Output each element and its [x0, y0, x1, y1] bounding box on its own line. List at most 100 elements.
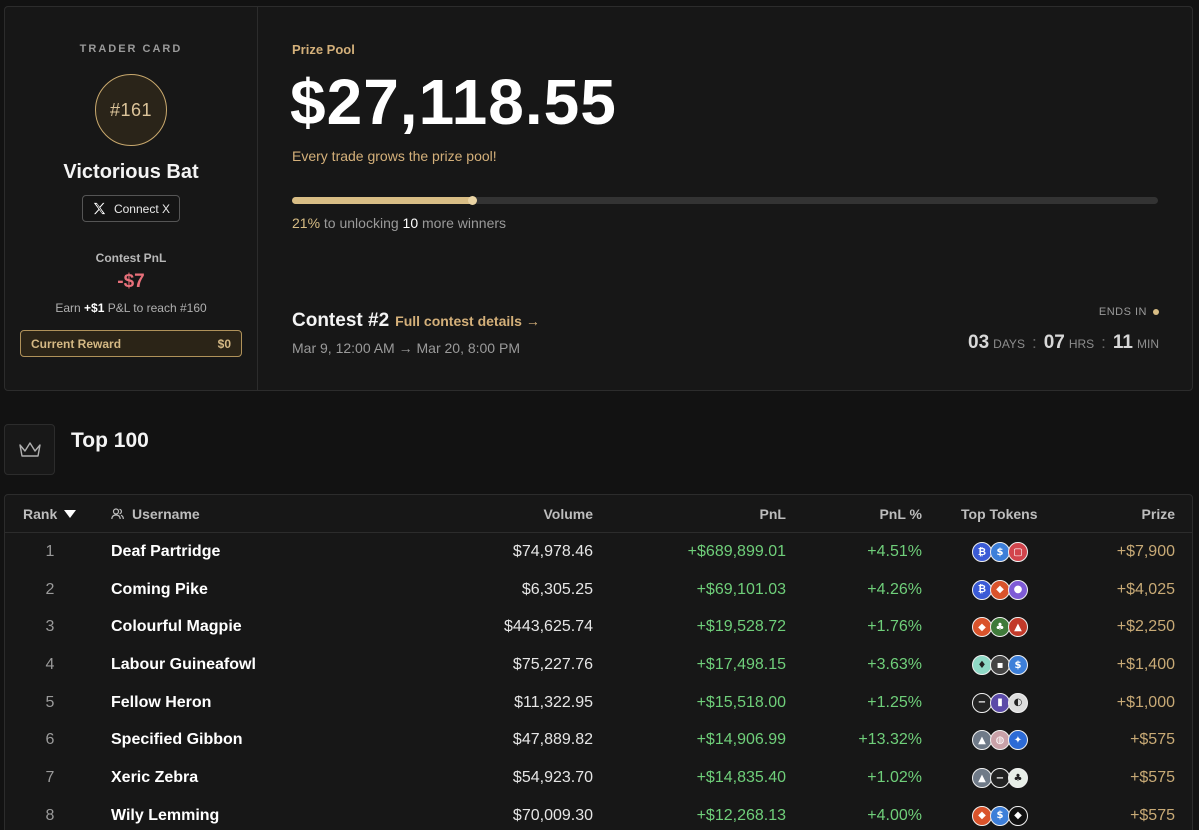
contest-dates: Mar 9, 12:00 AM → Mar 20, 8:00 PM — [292, 340, 520, 356]
prize-cell: +$1,400 — [1116, 656, 1175, 674]
rank-cell: 1 — [45, 543, 55, 560]
top-tokens-cell: ₿ ◆ ● — [972, 579, 1028, 600]
table-row[interactable]: 7 Xeric Zebra $54,923.70 +$14,835.40 +1.02% ▲… — [5, 759, 1192, 797]
top-tokens-column-header: Top Tokens — [961, 506, 1038, 522]
prize-cell: +$2,250 — [1116, 618, 1175, 636]
volume-column-header[interactable]: Volume — [543, 506, 593, 522]
prize-cell: +$575 — [1130, 769, 1175, 787]
username-column-header: Username — [111, 506, 200, 522]
grey-token-icon: ▲ — [972, 730, 992, 751]
countdown-separator: : — [1031, 333, 1037, 352]
live-dot-icon — [1153, 309, 1159, 315]
white-token-icon: ◐ — [1008, 692, 1028, 713]
rank-cell: 3 — [45, 618, 55, 636]
pnl-cell: +$14,835.40 — [696, 769, 786, 787]
username-cell[interactable]: Labour Guineafowl — [111, 656, 256, 674]
table-row[interactable]: 5 Fellow Heron $11,322.95 +$15,518.00 +1.25%… — [5, 684, 1192, 722]
countdown-hours: 07 — [1043, 332, 1065, 353]
pnl-column-header[interactable]: PnL — [760, 506, 786, 522]
username-cell[interactable]: Specified Gibbon — [111, 731, 243, 749]
pnl-percent-cell: +1.02% — [867, 769, 922, 787]
pnl-cell: +$689,899.01 — [687, 543, 786, 560]
username-cell[interactable]: Fellow Heron — [111, 694, 211, 712]
pnl-percent-cell: +13.32% — [858, 731, 922, 749]
top-tokens-cell: ▲ ◍ ✦ — [972, 730, 1028, 751]
username-cell[interactable]: Deaf Partridge — [111, 543, 220, 561]
pnl-percent-cell: +1.25% — [867, 693, 922, 711]
earn-prefix: Earn — [55, 301, 81, 315]
winners-progress-bar — [292, 196, 1158, 205]
leaderboard-table: Rank Username Volume PnL PnL % Top Token… — [4, 494, 1193, 830]
earn-hint: Earn +$1 P&L to reach #160 — [55, 301, 206, 315]
rank-header-label: Rank — [23, 506, 58, 522]
prize-cell: +$575 — [1130, 806, 1175, 824]
minus-token-icon: − — [990, 768, 1010, 789]
contest-name: Contest #2 — [292, 310, 390, 331]
volume-cell: $54,923.70 — [512, 769, 593, 787]
pink-token-icon: ◍ — [990, 730, 1010, 751]
orange-token-icon: ◆ — [972, 805, 992, 826]
prize-column-header[interactable]: Prize — [1142, 506, 1175, 522]
purple-token-icon: ● — [1008, 579, 1028, 600]
prize-cell: +$7,900 — [1116, 543, 1175, 560]
usdc-icon: $ — [990, 542, 1010, 562]
username-cell[interactable]: Coming Pike — [111, 581, 208, 599]
progress-caption: 21% to unlocking 10 more winners — [292, 215, 506, 231]
rank-cell: 4 — [45, 656, 55, 674]
winners-progress-fill — [292, 196, 477, 205]
username-header-label: Username — [132, 506, 200, 522]
username-cell[interactable]: Wily Lemming — [111, 807, 219, 825]
volume-cell: $74,978.46 — [512, 543, 593, 560]
top-tokens-cell: ♦ ▪ $ — [972, 655, 1028, 676]
ends-in-label: ENDS IN — [1099, 306, 1159, 318]
orange-token-icon: ◆ — [972, 617, 992, 638]
progress-count: 10 — [402, 215, 419, 231]
connect-x-button[interactable]: Connect X — [81, 195, 181, 222]
volume-cell: $70,009.30 — [512, 806, 593, 824]
sort-down-icon — [64, 510, 77, 518]
table-row[interactable]: 2 Coming Pike $6,305.25 +$69,101.03 +4.26% ₿ ◆… — [5, 571, 1192, 609]
top-tokens-cell: ◆ ♣ ▲ — [972, 617, 1028, 638]
progress-tail-text: more winners — [422, 215, 507, 231]
volume-cell: $11,322.95 — [514, 693, 593, 711]
countdown-timer: 03 DAYS : 07 HRS : 11 MIN — [968, 332, 1159, 354]
trader-card-heading: TRADER CARD — [79, 43, 183, 55]
blue-token-icon: ✦ — [1008, 730, 1028, 751]
username-cell[interactable]: Colourful Magpie — [111, 618, 242, 636]
rank-column-header[interactable]: Rank — [23, 506, 77, 522]
volume-cell: $47,889.82 — [512, 731, 593, 749]
black-token-icon: ◆ — [1008, 805, 1028, 826]
rank-badge: #161 — [95, 74, 167, 146]
prize-cell: +$1,000 — [1116, 693, 1175, 711]
pnl-percent-cell: +3.63% — [867, 656, 922, 674]
crown-icon-box — [4, 424, 55, 475]
pnl-percent-cell: +4.00% — [867, 806, 922, 824]
volume-cell: $75,227.76 — [512, 656, 593, 674]
username-cell[interactable]: Xeric Zebra — [111, 769, 198, 787]
rank-cell: 7 — [45, 769, 55, 787]
top-tokens-cell: − ▮ ◐ — [972, 692, 1028, 713]
bitcoin-icon: ₿ — [972, 579, 992, 600]
table-row[interactable]: 1 Deaf Partridge $74,978.46 +$689,899.01 +4.… — [5, 533, 1192, 571]
prize-pool-label: Prize Pool — [292, 42, 355, 57]
square-token-icon: ▢ — [1008, 542, 1028, 562]
table-row[interactable]: 3 Colourful Magpie $443,625.74 +$19,528.72 +… — [5, 608, 1192, 646]
progress-percent: 21% — [292, 215, 321, 231]
countdown-hours-unit: HRS — [1068, 337, 1095, 351]
pnl-cell: +$17,498.15 — [696, 656, 786, 674]
pnl-cell: +$19,528.72 — [696, 618, 786, 636]
connect-x-label: Connect X — [113, 201, 171, 216]
pnl-cell: +$15,518.00 — [696, 693, 786, 711]
countdown-days: 03 — [968, 332, 990, 353]
current-reward-value: $0 — [217, 336, 231, 351]
countdown-days-unit: DAYS — [993, 337, 1025, 351]
countdown-mins: 11 — [1112, 332, 1133, 353]
pnl-percent-column-header[interactable]: PnL % — [879, 506, 922, 522]
table-row[interactable]: 8 Wily Lemming $70,009.30 +$12,268.13 +4.00%… — [5, 797, 1192, 830]
full-contest-details-link[interactable]: Full contest details → — [395, 313, 540, 329]
bitcoin-icon: ₿ — [972, 542, 992, 562]
table-row[interactable]: 4 Labour Guineafowl $75,227.76 +$17,498.15 +… — [5, 646, 1192, 684]
top-tokens-cell: ◆ $ ◆ — [972, 805, 1028, 826]
top-tokens-cell: ▲ − ♣ — [972, 768, 1028, 789]
table-row[interactable]: 6 Specified Gibbon $47,889.82 +$14,906.99 +1… — [5, 721, 1192, 759]
